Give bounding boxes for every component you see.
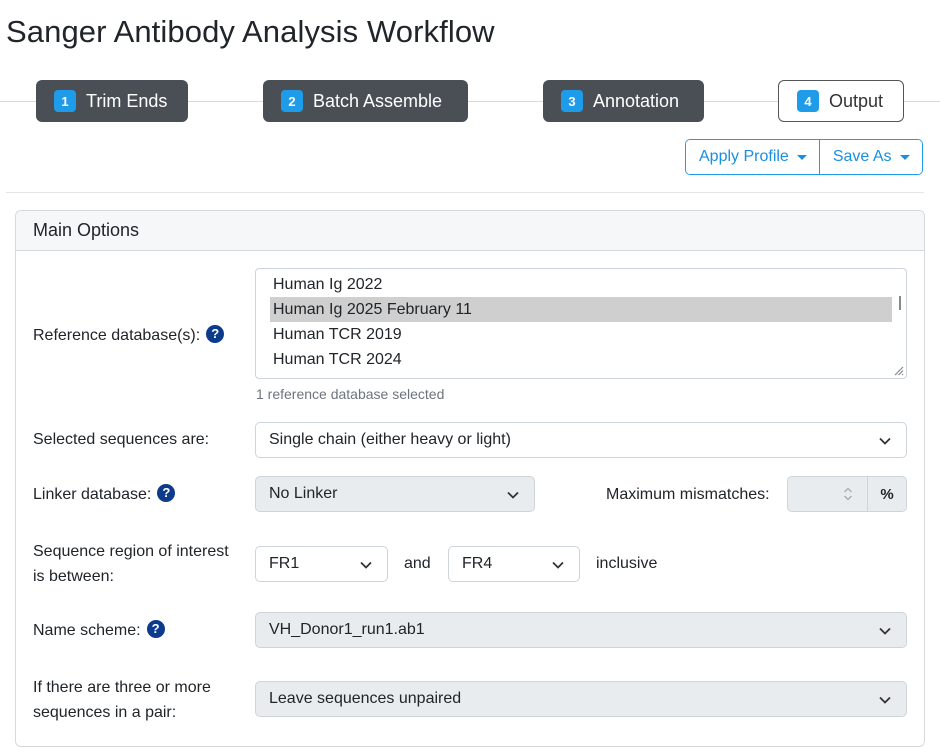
pairing-label-line1: If there are three or more bbox=[33, 679, 211, 696]
card-header: Main Options bbox=[16, 211, 924, 251]
select-value: Single chain (either heavy or light) bbox=[269, 431, 511, 448]
spinner-arrows-icon[interactable] bbox=[843, 486, 853, 502]
apply-profile-button[interactable]: Apply Profile bbox=[686, 140, 819, 174]
sequence-region-label: Sequence region of interest is between: bbox=[33, 539, 229, 589]
help-icon[interactable]: ? bbox=[206, 324, 225, 343]
caret-down-icon bbox=[899, 154, 910, 160]
step-label: Annotation bbox=[593, 90, 680, 111]
pairing-select[interactable]: Leave sequences unpaired bbox=[255, 681, 907, 717]
name-scheme-select[interactable]: VH_Donor1_run1.ab1 bbox=[255, 612, 907, 648]
linker-database-label: Linker database:? bbox=[33, 482, 176, 507]
linker-database-label-text: Linker database: bbox=[33, 486, 152, 503]
page-title: Sanger Antibody Analysis Workflow bbox=[6, 14, 495, 49]
select-value: VH_Donor1_run1.ab1 bbox=[269, 621, 425, 638]
step-label: Output bbox=[829, 90, 884, 111]
step-number-badge: 1 bbox=[54, 90, 76, 112]
listbox-option-selected[interactable]: Human Ig 2025 February 11 bbox=[270, 297, 892, 322]
select-value: FR4 bbox=[462, 555, 493, 572]
caret-down-icon bbox=[796, 154, 807, 160]
listbox-option[interactable]: Human TCR 2024 bbox=[256, 347, 892, 372]
select-value: No Linker bbox=[269, 485, 338, 502]
step-output[interactable]: 4 Output bbox=[778, 80, 904, 122]
selected-sequences-select[interactable]: Single chain (either heavy or light) bbox=[255, 422, 907, 458]
chevron-down-icon bbox=[879, 437, 891, 445]
chevron-down-icon bbox=[507, 491, 519, 499]
maximum-mismatches-input[interactable] bbox=[787, 476, 868, 512]
divider bbox=[6, 192, 924, 193]
chevron-down-icon bbox=[879, 696, 891, 704]
region-from-select[interactable]: FR1 bbox=[255, 546, 388, 582]
reference-database-hint: 1 reference database selected bbox=[256, 386, 445, 402]
name-scheme-label: Name scheme:? bbox=[33, 618, 165, 643]
region-to-select[interactable]: FR4 bbox=[448, 546, 580, 582]
sequence-region-label-line1: Sequence region of interest bbox=[33, 543, 229, 560]
listbox-option[interactable]: Human TCR 2019 bbox=[256, 322, 892, 347]
chevron-down-icon bbox=[552, 561, 564, 569]
profile-button-group: Apply Profile Save As bbox=[685, 139, 923, 175]
pairing-label: If there are three or more sequences in … bbox=[33, 675, 211, 725]
listbox-scrollbar[interactable] bbox=[899, 296, 901, 310]
select-value: FR1 bbox=[269, 555, 300, 572]
step-batch-assemble[interactable]: 2 Batch Assemble bbox=[263, 80, 468, 122]
help-icon[interactable]: ? bbox=[157, 483, 176, 502]
chevron-down-icon bbox=[360, 561, 372, 569]
reference-database-listbox[interactable]: Human Ig 2022 Human Ig 2025 February 11 … bbox=[255, 268, 907, 379]
reference-database-label-text: Reference database(s): bbox=[33, 327, 201, 344]
step-number-badge: 4 bbox=[797, 90, 819, 112]
maximum-mismatches-label: Maximum mismatches: bbox=[606, 486, 770, 503]
pairing-label-line2: sequences in a pair: bbox=[33, 704, 177, 721]
name-scheme-label-text: Name scheme: bbox=[33, 622, 141, 639]
selected-sequences-label: Selected sequences are: bbox=[33, 431, 210, 448]
step-label: Batch Assemble bbox=[313, 90, 443, 111]
reference-database-label: Reference database(s):? bbox=[33, 323, 225, 348]
percent-addon: % bbox=[867, 476, 907, 512]
select-value: Leave sequences unpaired bbox=[269, 690, 462, 707]
step-annotation[interactable]: 3 Annotation bbox=[543, 80, 704, 122]
step-number-badge: 3 bbox=[561, 90, 583, 112]
save-as-label: Save As bbox=[832, 148, 892, 165]
sequence-region-label-line2: is between: bbox=[33, 568, 114, 585]
help-icon[interactable]: ? bbox=[146, 619, 165, 638]
chevron-down-icon bbox=[879, 627, 891, 635]
resize-handle-icon[interactable] bbox=[892, 364, 904, 376]
step-trim-ends[interactable]: 1 Trim Ends bbox=[36, 80, 188, 122]
linker-database-select[interactable]: No Linker bbox=[255, 476, 535, 512]
listbox-option[interactable]: Human Ig 2022 bbox=[256, 272, 892, 297]
step-number-badge: 2 bbox=[281, 90, 303, 112]
step-label: Trim Ends bbox=[86, 90, 168, 111]
apply-profile-label: Apply Profile bbox=[699, 148, 789, 165]
save-as-button[interactable]: Save As bbox=[818, 140, 922, 174]
inclusive-text: inclusive bbox=[596, 555, 658, 572]
and-text: and bbox=[404, 555, 431, 572]
